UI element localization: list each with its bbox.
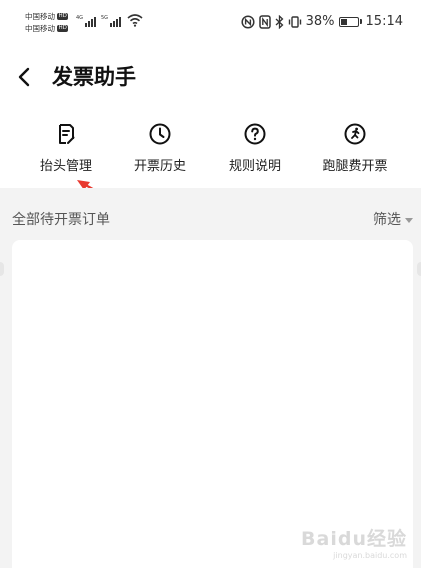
errand-fee-invoice-button[interactable]: 跑腿费开票 [310, 118, 400, 180]
rules-label: 规则说明 [228, 159, 281, 174]
page-header: 发票助手 [0, 52, 421, 102]
carrier-2-label: 中国移动 [25, 24, 55, 33]
caret-down-icon [405, 217, 413, 223]
hd-badge: HD [57, 13, 69, 20]
question-circle-icon [244, 123, 266, 145]
clock-icon [149, 123, 171, 145]
errand-fee-invoice-label: 跑腿费开票 [322, 159, 388, 174]
chevron-left-icon[interactable] [14, 66, 36, 88]
battery-percent: 38% [305, 14, 335, 29]
invoice-history-button[interactable]: 开票历史 [115, 118, 205, 180]
status-right: 38% 15:14 [241, 14, 403, 29]
battery-icon [338, 16, 362, 27]
document-edit-icon [59, 124, 75, 144]
watermark-sub: jingyan.baidu.com [333, 551, 407, 560]
filter-button[interactable]: 筛选 [373, 209, 413, 229]
header-management-button[interactable]: 抬头管理 [21, 118, 111, 180]
signal-1-icon: 4G [76, 15, 96, 27]
runner-circle-icon [344, 123, 366, 145]
wifi-icon [127, 14, 143, 27]
signal-2-icon: 5G [101, 15, 121, 27]
header-management-label: 抬头管理 [39, 159, 92, 174]
hd-badge: HD [57, 25, 69, 32]
filter-label: 筛选 [373, 212, 401, 228]
orders-section: 全部待开票订单 筛选 [0, 188, 421, 568]
orders-list-card [12, 240, 413, 568]
status-bar: 中国移动 HD 中国移动 HD 4G 5G 38% 15:14 [0, 0, 421, 44]
right-edge-handle [417, 262, 421, 276]
carrier-1-label: 中国移动 [25, 12, 55, 21]
left-edge-handle [0, 262, 4, 276]
watermark: Baidu经验 jingyan.baidu.com [301, 524, 407, 560]
signal-group: 4G 5G [76, 13, 143, 27]
invoice-history-label: 开票历史 [133, 159, 186, 174]
carrier-1: 中国移动 HD [25, 12, 69, 21]
watermark-main: Baidu经验 [301, 528, 407, 550]
quick-actions: 抬头管理 开票历史 规则说明 跑腿费开票 [0, 118, 421, 180]
page-title: 发票助手 [52, 65, 136, 89]
rules-button[interactable]: 规则说明 [210, 118, 300, 180]
carrier-2: 中国移动 HD [25, 24, 69, 33]
orders-section-title: 全部待开票订单 [12, 212, 110, 228]
nfc-icon [258, 14, 271, 29]
net-tag-1: 4G [76, 15, 84, 21]
vibrate-icon [288, 15, 301, 28]
clock-time: 15:14 [365, 14, 403, 29]
net-tag-2: 5G [101, 15, 109, 21]
nfc-ring-icon [241, 14, 255, 29]
bluetooth-icon [275, 14, 284, 29]
